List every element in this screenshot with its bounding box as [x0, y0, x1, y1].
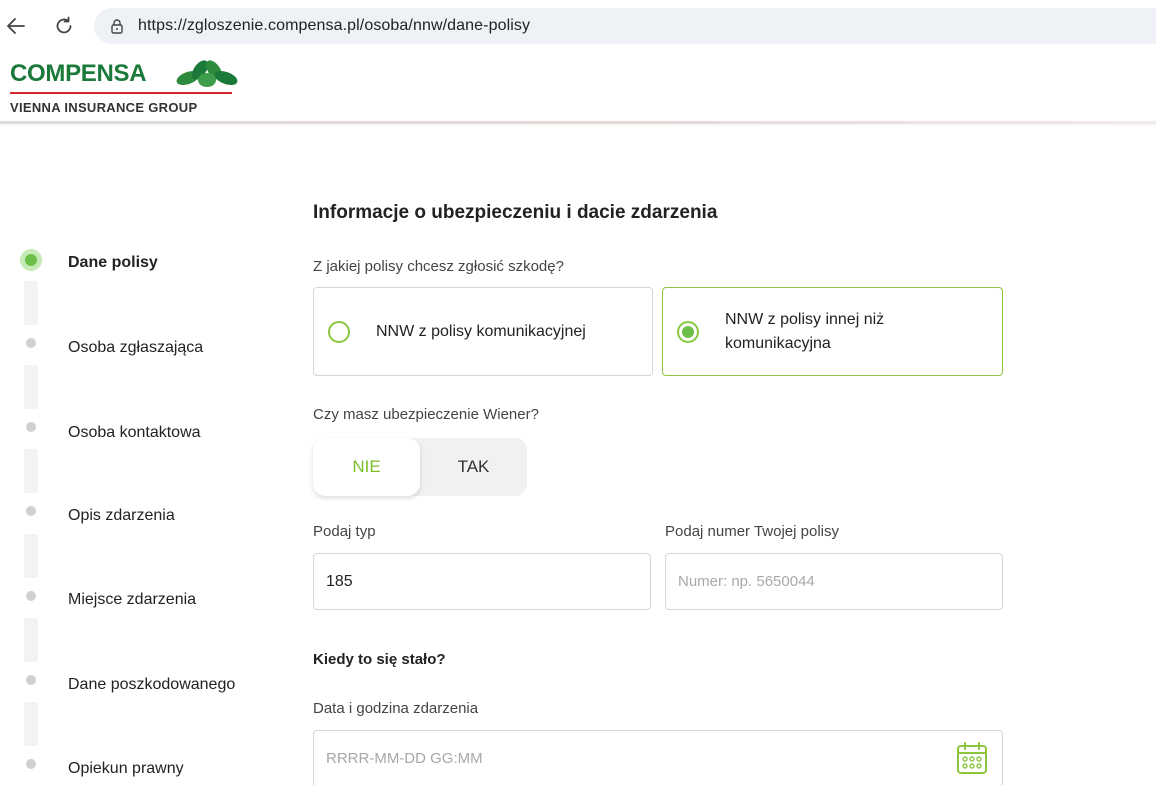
site-info-icon[interactable]: [108, 17, 126, 35]
step-connector: [24, 618, 38, 662]
reload-icon[interactable]: [50, 12, 78, 40]
step-connector: [24, 365, 38, 409]
step-indicator: [26, 675, 36, 685]
policy-question-label: Z jakiej polisy chcesz zgłosić szkodę?: [313, 258, 564, 275]
datetime-placeholder: RRRR-MM-DD GG:MM: [326, 750, 483, 767]
step-connector: [24, 449, 38, 493]
when-heading: Kiedy to się stało?: [313, 651, 446, 668]
header-divider: [0, 121, 1156, 124]
step-indicator-active: [20, 249, 42, 271]
datetime-label: Data i godzina zdarzenia: [313, 700, 479, 717]
type-label: Podaj typ: [313, 523, 376, 540]
policy-number-label: Podaj numer Twojej polisy: [665, 523, 839, 540]
step-osoba-kontaktowa[interactable]: Osoba kontaktowa: [68, 424, 201, 442]
step-connector: [24, 702, 38, 746]
browser-toolbar: https://zgloszenie.compensa.pl/osoba/nnw…: [0, 0, 1156, 52]
radio-unchecked-icon[interactable]: [328, 320, 350, 343]
type-input[interactable]: 185: [313, 553, 651, 610]
option-nnw-komunikacyjna[interactable]: NNW z polisy komunikacyjnej: [313, 287, 653, 376]
step-dane-polisy[interactable]: Dane polisy: [68, 254, 158, 272]
step-indicator: [26, 506, 36, 516]
step-dane-poszkodowanego[interactable]: Dane poszkodowanego: [68, 676, 235, 694]
datetime-input[interactable]: RRRR-MM-DD GG:MM: [313, 730, 1003, 785]
logo-leaves-icon: [176, 60, 238, 87]
toggle-tak-button[interactable]: TAK: [420, 438, 527, 496]
step-miejsce-zdarzenia[interactable]: Miejsce zdarzenia: [68, 591, 196, 609]
step-opiekun-prawny[interactable]: Opiekun prawny: [68, 760, 184, 778]
step-indicator: [26, 759, 36, 769]
step-indicator: [26, 591, 36, 601]
compensa-logo[interactable]: COMPENSA VIENNA INSURANCE GROUP: [10, 58, 250, 120]
url-text: https://zgloszenie.compensa.pl/osoba/nnw…: [138, 17, 531, 34]
policy-number-input[interactable]: Numer: np. 5650044: [665, 553, 1003, 610]
step-connector: [24, 534, 38, 578]
option-label: NNW z polisy komunikacyjnej: [376, 322, 586, 340]
calendar-icon[interactable]: [956, 741, 988, 775]
wiener-toggle[interactable]: NIE TAK: [313, 438, 527, 496]
option-label: NNW z polisy innej niż komunikacyjna: [725, 310, 885, 352]
step-indicator: [26, 338, 36, 348]
wiener-question-label: Czy masz ubezpieczenie Wiener?: [313, 406, 539, 423]
back-arrow-icon[interactable]: [2, 12, 30, 40]
toggle-nie-button[interactable]: NIE: [313, 438, 420, 496]
step-osoba-zglaszajaca[interactable]: Osoba zgłaszająca: [68, 339, 203, 357]
logo-subtitle: VIENNA INSURANCE GROUP: [10, 100, 198, 115]
page-title: Informacje o ubezpieczeniu i dacie zdarz…: [313, 202, 718, 223]
type-input-value: 185: [326, 572, 353, 590]
policy-number-placeholder: Numer: np. 5650044: [678, 573, 815, 590]
step-connector: [24, 281, 38, 325]
radio-checked-icon[interactable]: [677, 320, 699, 343]
option-nnw-inna[interactable]: NNW z polisy innej niż komunikacyjna: [662, 287, 1003, 376]
address-bar[interactable]: https://zgloszenie.compensa.pl/osoba/nnw…: [94, 8, 1156, 44]
logo-red-line: [10, 92, 232, 94]
step-opis-zdarzenia[interactable]: Opis zdarzenia: [68, 507, 175, 525]
logo-wordmark: COMPENSA: [10, 60, 147, 87]
step-indicator: [26, 422, 36, 432]
